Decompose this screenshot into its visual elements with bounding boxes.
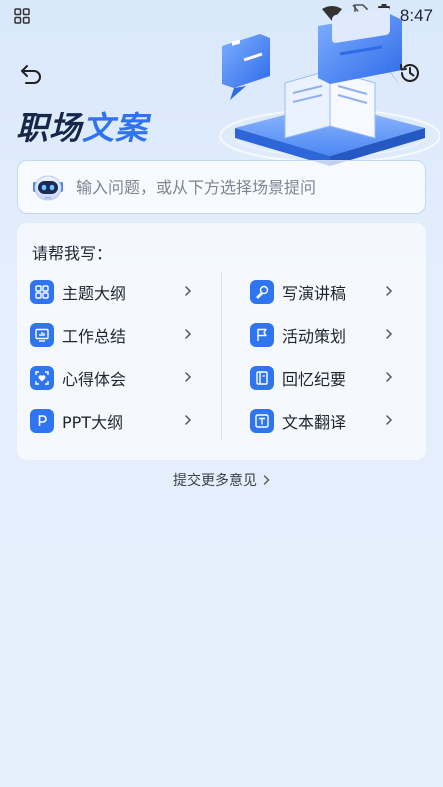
history-clock-icon	[399, 62, 421, 88]
search-box[interactable]	[17, 160, 426, 214]
scenario-item-event-planning[interactable]: 活动策划	[250, 320, 393, 350]
feedback-label: 提交更多意见	[173, 473, 257, 489]
search-input[interactable]	[76, 177, 425, 197]
monitor-chart-icon	[30, 323, 54, 347]
robot-avatar-icon	[28, 167, 68, 207]
chevron-right-icon	[386, 372, 393, 382]
page-title-part2: 文案	[82, 109, 149, 147]
chevron-right-icon	[386, 415, 393, 425]
item-label: 回忆纪要	[282, 370, 347, 389]
hero-illustration	[190, 6, 441, 168]
back-arrow-icon	[20, 64, 42, 88]
item-label: 工作总结	[62, 327, 127, 346]
scenario-item-reflections[interactable]: 心得体会	[30, 363, 192, 393]
notebook-icon	[250, 366, 274, 390]
history-button[interactable]	[397, 62, 423, 88]
app-grid-icon	[14, 8, 30, 24]
page-title: 职场文案	[16, 103, 148, 149]
scenario-item-text-translation[interactable]: 文本翻译	[250, 406, 393, 436]
card-heading: 请帮我写：	[32, 244, 113, 263]
chevron-right-icon	[386, 286, 393, 296]
microphone-icon	[250, 280, 274, 304]
column-divider	[221, 271, 222, 441]
scenario-card: 请帮我写： 主题大纲 工作总结 心得体会 PPT大纲 写演讲稿 活动策划 回忆纪…	[17, 223, 426, 460]
item-label: 写演讲稿	[282, 284, 347, 303]
feedback-link[interactable]: 提交更多意见	[0, 470, 443, 490]
scenario-item-ppt-outline[interactable]: PPT大纲	[30, 406, 192, 436]
text-t-icon	[250, 409, 274, 433]
item-label: 主题大纲	[62, 284, 127, 303]
flag-icon	[250, 323, 274, 347]
chevron-right-icon	[185, 372, 192, 382]
chevron-right-icon	[185, 415, 192, 425]
scenario-item-speech-draft[interactable]: 写演讲稿	[250, 277, 393, 307]
chevron-right-icon	[185, 329, 192, 339]
back-button[interactable]	[18, 63, 44, 89]
chevron-right-icon	[263, 475, 270, 485]
heart-frame-icon	[30, 366, 54, 390]
page-title-part1: 职场	[16, 109, 83, 147]
item-label: 心得体会	[62, 370, 127, 389]
chevron-right-icon	[185, 286, 192, 296]
item-label: PPT大纲	[62, 413, 124, 432]
p-letter-icon	[30, 409, 54, 433]
scenario-item-topic-outline[interactable]: 主题大纲	[30, 277, 192, 307]
item-label: 文本翻译	[282, 413, 347, 432]
chevron-right-icon	[386, 329, 393, 339]
grid-icon	[30, 280, 54, 304]
scenario-item-work-summary[interactable]: 工作总结	[30, 320, 192, 350]
scenario-item-meeting-minutes[interactable]: 回忆纪要	[250, 363, 393, 393]
item-label: 活动策划	[282, 327, 347, 346]
